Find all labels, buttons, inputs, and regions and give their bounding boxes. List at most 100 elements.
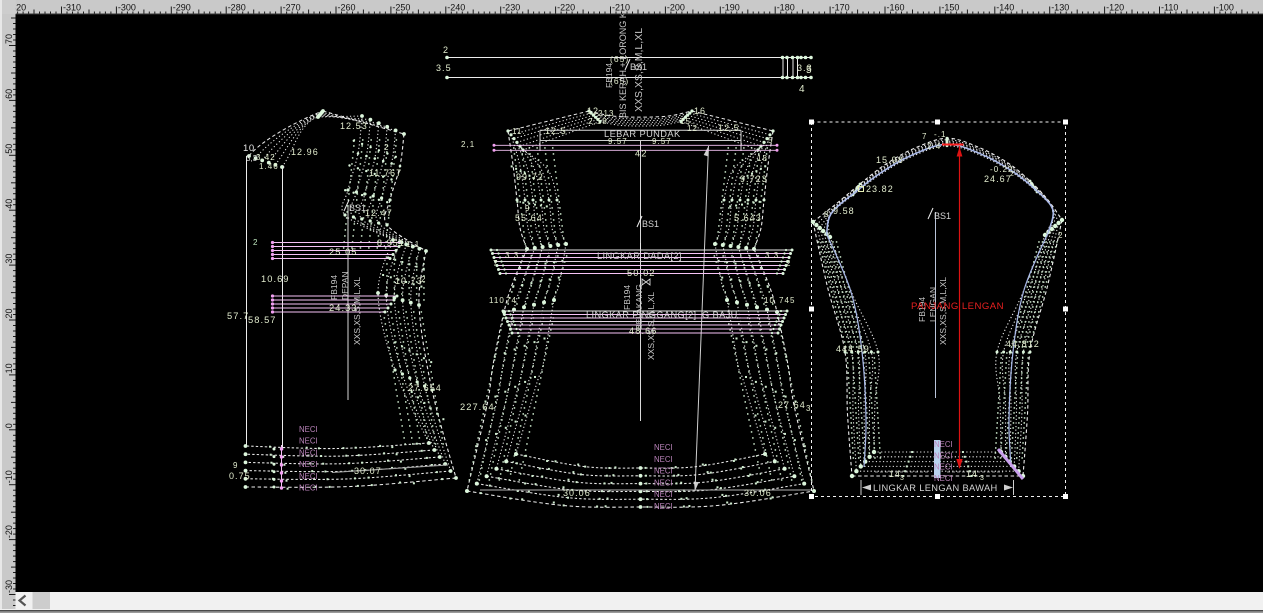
svg-text:1.46: 1.46 (259, 162, 279, 171)
svg-text:3.3: 3.3 (505, 251, 519, 260)
svg-text:11.767: 11.767 (369, 168, 402, 178)
svg-text:12: 12 (687, 124, 698, 133)
svg-text:NECI: NECI (654, 478, 673, 487)
svg-text:99.72: 99.72 (516, 172, 544, 182)
svg-text:-20: -20 (4, 525, 14, 538)
svg-text:4: 4 (799, 84, 806, 95)
svg-text:-0.22: -0.22 (990, 165, 1013, 174)
svg-text:7: 7 (922, 132, 928, 141)
svg-text:110: 110 (489, 296, 505, 305)
svg-text:-190: -190 (722, 3, 740, 13)
svg-text:BS1: BS1 (934, 211, 951, 221)
svg-text:BS1: BS1 (642, 219, 659, 229)
svg-text:3.42: 3.42 (256, 153, 276, 162)
svg-text:12.5: 12.5 (718, 123, 740, 133)
svg-text:10: 10 (764, 296, 775, 305)
svg-text:-260: -260 (338, 3, 356, 13)
svg-text:3: 3 (806, 404, 812, 413)
svg-text:5: 5 (768, 136, 774, 145)
svg-text:9.57: 9.57 (652, 137, 672, 146)
svg-text:2.4: 2.4 (927, 142, 941, 151)
svg-text:-100: -100 (1216, 3, 1234, 13)
svg-text:BS1: BS1 (349, 203, 366, 213)
svg-text:12.5: 12.5 (545, 126, 567, 136)
svg-text:30.07: 30.07 (354, 466, 382, 476)
svg-text:9.723: 9.723 (740, 174, 768, 184)
svg-text:50.02: 50.02 (627, 268, 656, 278)
svg-text:DEPAN: DEPAN (340, 271, 350, 300)
svg-text:15.98: 15.98 (876, 155, 904, 165)
svg-text:NECI: NECI (934, 463, 953, 472)
svg-text:-140: -140 (996, 3, 1014, 13)
svg-text:2,1: 2,1 (461, 140, 475, 149)
svg-text:NECI: NECI (299, 484, 318, 493)
svg-text:60: 60 (4, 89, 14, 99)
svg-text:11.: 11. (512, 127, 526, 136)
svg-text:-160: -160 (887, 3, 905, 13)
svg-text:16: 16 (694, 106, 706, 116)
svg-text:-30: -30 (4, 580, 14, 593)
svg-text:1.1: 1.1 (406, 240, 420, 249)
svg-text:NECI: NECI (299, 425, 318, 434)
svg-text:9.57: 9.57 (608, 137, 628, 146)
svg-text:10: 10 (243, 143, 255, 154)
svg-text:55.64: 55.64 (515, 213, 543, 223)
svg-text:XXS,XS,S,M,L,XL: XXS,XS,S,M,L,XL (633, 28, 645, 112)
svg-text:57.7: 57.7 (227, 311, 249, 321)
svg-text:30: 30 (4, 254, 14, 264)
svg-text:-180: -180 (777, 3, 795, 13)
svg-text:NECI: NECI (934, 451, 953, 460)
svg-text:NECI: NECI (299, 437, 318, 446)
svg-text:3.3: 3.3 (765, 251, 779, 260)
svg-text:27.654: 27.654 (408, 383, 442, 393)
svg-text:XXS,XS,S,M,L,XL: XXS,XS,S,M,L,XL (352, 277, 362, 345)
svg-text:2,18: 2,18 (588, 117, 608, 126)
svg-text:NECI: NECI (299, 472, 318, 481)
svg-text:NECI: NECI (934, 474, 953, 483)
svg-text:12.47: 12.47 (365, 208, 393, 218)
svg-text:12.53: 12.53 (340, 121, 368, 131)
svg-text:NECI: NECI (299, 448, 318, 457)
svg-text:9.58: 9.58 (833, 206, 855, 216)
svg-text:-110: -110 (1161, 3, 1178, 13)
svg-text:-230: -230 (502, 3, 520, 13)
svg-text:10.73: 10.73 (395, 276, 423, 286)
svg-text:74: 74 (506, 296, 517, 305)
svg-text:24.67: 24.67 (984, 174, 1012, 184)
svg-text:-240: -240 (447, 3, 465, 13)
svg-text:27.64: 27.64 (778, 400, 806, 410)
svg-text:9: 9 (233, 461, 239, 470)
svg-text:BELAKANG: BELAKANG (634, 284, 644, 330)
svg-text:5.643: 5.643 (734, 213, 762, 223)
svg-text:2: 2 (443, 45, 449, 55)
svg-text:NECI: NECI (654, 502, 673, 511)
svg-text:70: 70 (4, 34, 14, 44)
svg-text:44.812: 44.812 (1006, 339, 1040, 349)
svg-text:9: 9 (525, 204, 531, 213)
svg-text:NECI: NECI (934, 440, 953, 449)
svg-text:-170: -170 (832, 3, 850, 13)
svg-text:58.57: 58.57 (248, 315, 277, 325)
svg-text:-270: -270 (283, 3, 301, 13)
svg-text:5: 5 (806, 65, 813, 76)
svg-text:18: 18 (757, 154, 768, 163)
svg-text:3: 3 (980, 475, 985, 482)
svg-text:2: 2 (421, 275, 427, 284)
svg-text:-250: -250 (392, 3, 410, 13)
svg-text:-10: -10 (4, 470, 14, 483)
svg-text:NECI: NECI (654, 443, 673, 452)
svg-text:NECI: NECI (654, 490, 673, 499)
svg-text:23.82: 23.82 (866, 184, 894, 194)
svg-text:30.06: 30.06 (563, 488, 591, 498)
svg-text:40: 40 (4, 199, 14, 209)
svg-text:444.59: 444.59 (836, 344, 870, 354)
svg-text:FB194: FB194 (329, 275, 339, 300)
svg-text:XXS,XS,S,M,L,XL: XXS,XS,S,M,L,XL (646, 292, 656, 360)
svg-text:-300: -300 (118, 3, 136, 13)
svg-text:10: 10 (4, 363, 14, 373)
svg-text:30.06: 30.06 (744, 488, 772, 498)
svg-text:3: 3 (900, 475, 905, 482)
svg-text:10.69: 10.69 (261, 274, 290, 284)
svg-text:213: 213 (598, 109, 615, 118)
svg-text:-.1: -.1 (934, 130, 947, 139)
